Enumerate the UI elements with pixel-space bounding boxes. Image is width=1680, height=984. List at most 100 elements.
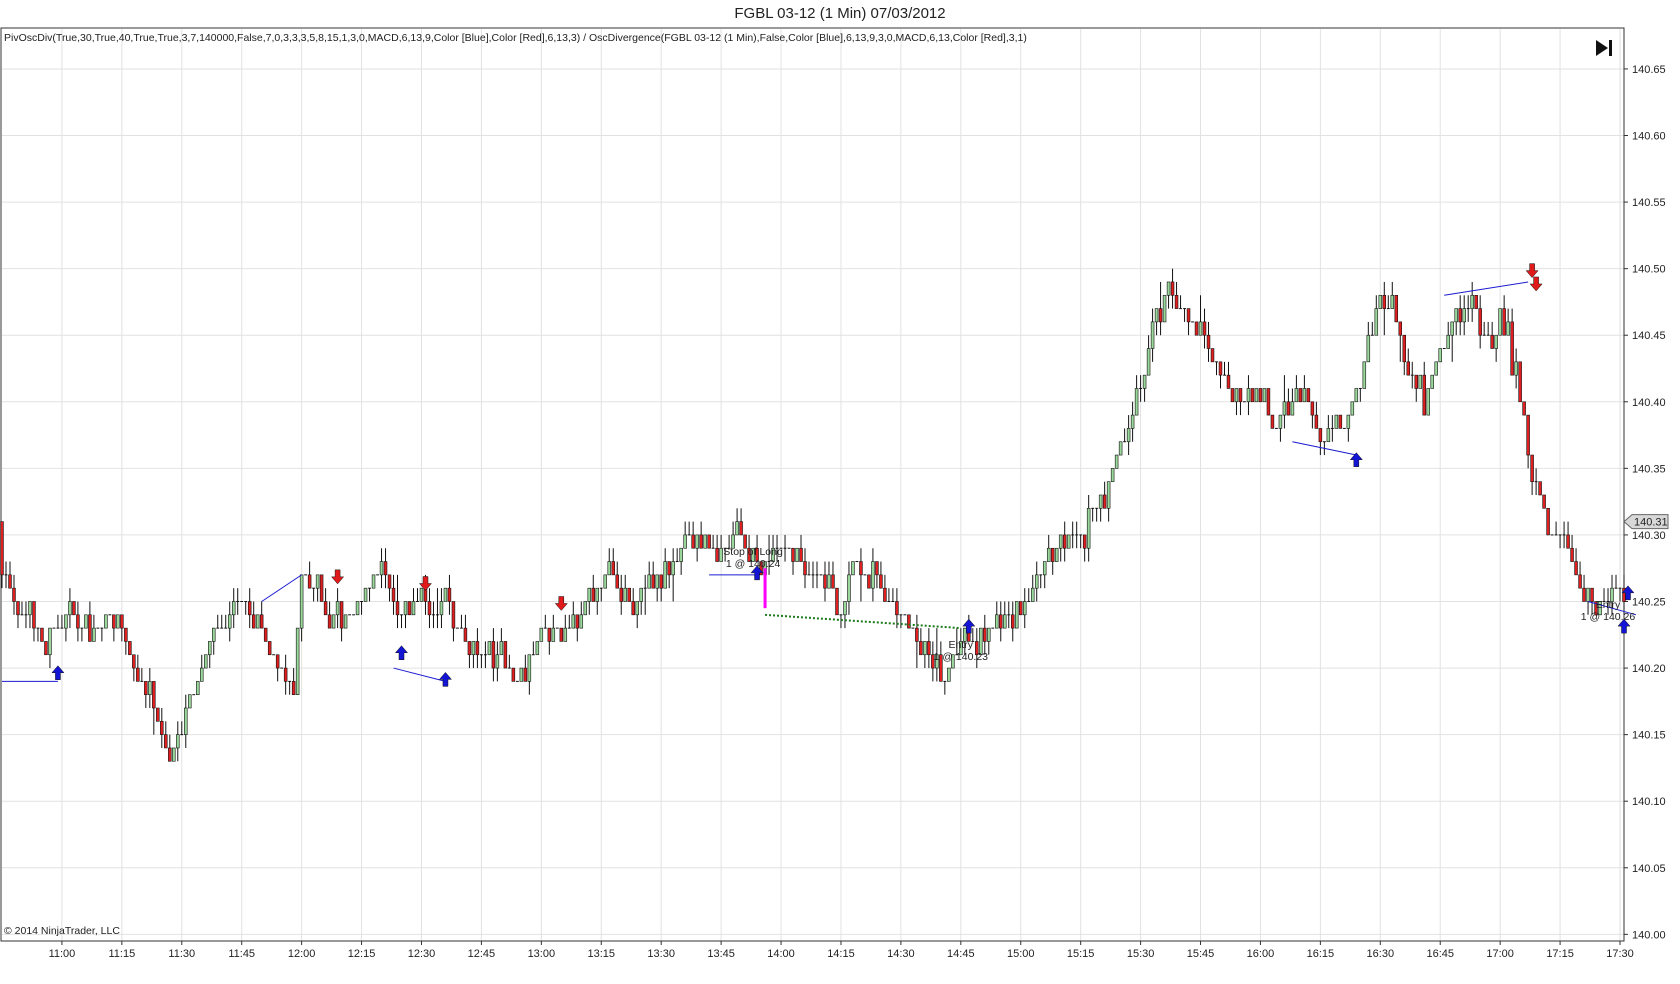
candle-body <box>595 587 600 602</box>
candle-body <box>64 614 68 629</box>
x-tick-label: 14:30 <box>887 948 915 960</box>
x-tick-label: 13:30 <box>647 948 675 960</box>
candle-body <box>659 574 663 589</box>
x-tick-label: 11:45 <box>228 948 255 960</box>
candle-body <box>559 627 564 642</box>
candle-body <box>1058 534 1063 549</box>
candle-body <box>1202 321 1207 336</box>
candle-body <box>627 587 631 602</box>
candle-body <box>1294 388 1299 403</box>
candle-body <box>1210 348 1215 363</box>
price-chart[interactable]: 11:00 11:15 11:30 11:45 12:00 12:15 12:30 12:45… <box>0 0 1680 984</box>
divergence-lines <box>2 281 1637 682</box>
candle-body <box>1566 534 1570 549</box>
candle-body <box>411 601 416 616</box>
candle-body <box>188 694 192 709</box>
candle-body <box>1066 534 1071 549</box>
candle-body <box>671 561 675 576</box>
candle-body <box>371 574 376 589</box>
candle-body <box>16 601 20 616</box>
candle-body <box>307 574 312 589</box>
candle-body <box>1054 547 1059 562</box>
candle-body <box>32 601 36 629</box>
candle-body <box>319 574 324 602</box>
candle-body <box>1514 361 1518 376</box>
candle-body <box>427 601 432 616</box>
candle-body <box>48 627 52 656</box>
candle-body <box>475 641 480 656</box>
candle-body <box>1218 361 1223 376</box>
candle-body <box>527 654 532 682</box>
y-tick-label: 140.15 <box>1632 730 1666 742</box>
candle-body <box>1446 334 1450 349</box>
candle-body <box>699 534 703 549</box>
candle-body <box>1418 374 1422 389</box>
candle-body <box>535 641 540 656</box>
candle-body <box>387 574 392 589</box>
candle-body <box>299 574 304 629</box>
candle-body <box>152 681 156 709</box>
buy-arrow-icon <box>394 645 409 661</box>
candle-body <box>88 614 92 642</box>
candle-body <box>927 641 931 656</box>
candle-body <box>184 707 188 735</box>
candle-body <box>128 641 132 656</box>
candle-body <box>291 681 296 695</box>
candle-body <box>339 601 344 629</box>
candle-body <box>1270 414 1275 429</box>
candle-body <box>112 614 116 629</box>
candle-body <box>1538 481 1542 496</box>
candle-body <box>323 601 328 616</box>
candle-body <box>695 534 699 549</box>
x-axis: 11:00 11:15 11:30 11:45 12:00 12:15 12:30 12:45… <box>49 941 1634 960</box>
candle-body <box>363 587 368 602</box>
indicator-label: PivOscDiv(True,30,True,40,True,True,3,7,… <box>4 32 1027 44</box>
candle-body <box>1518 361 1522 403</box>
candle-body <box>1502 308 1506 336</box>
candle-body <box>791 547 795 562</box>
candle-body <box>1314 414 1319 429</box>
candle-body <box>136 667 140 682</box>
candle-body <box>1530 454 1534 482</box>
candle-body <box>176 734 180 749</box>
y-tick-label: 140.05 <box>1632 863 1666 875</box>
candle-body <box>144 681 148 695</box>
candle-body <box>647 574 651 589</box>
trade-annotation-label: Entry <box>949 639 974 651</box>
candle-body <box>1098 494 1103 509</box>
candle-body <box>1142 374 1147 389</box>
candle-body <box>851 561 855 576</box>
last-price-marker: 140.31 <box>1623 514 1669 530</box>
candle-body <box>1510 321 1514 376</box>
candle-body <box>1170 281 1175 296</box>
candle-body <box>68 601 72 616</box>
candle-body <box>1462 308 1466 323</box>
candle-body <box>467 641 472 656</box>
candle-body <box>335 601 340 616</box>
y-tick-label: 140.35 <box>1632 463 1666 475</box>
candle-body <box>1334 414 1339 429</box>
candle-body <box>1158 308 1163 323</box>
candle-body <box>148 681 152 695</box>
candle-body <box>1366 334 1371 363</box>
candle-body <box>735 521 739 536</box>
candle-body <box>1086 507 1091 549</box>
candle-body <box>491 641 496 669</box>
x-tick-label: 16:00 <box>1247 948 1275 960</box>
candle-body <box>799 547 803 562</box>
x-tick-label: 13:45 <box>707 948 735 960</box>
candle-body <box>1250 388 1255 403</box>
candle-body <box>683 534 687 549</box>
candle-body <box>1470 294 1474 309</box>
candle-body <box>823 574 827 589</box>
autoscroll-button[interactable] <box>1592 36 1618 60</box>
candle-body <box>295 627 300 695</box>
candle-body <box>1506 321 1510 336</box>
candle-body <box>603 574 607 589</box>
candle-body <box>1226 374 1231 389</box>
candle-body <box>1198 321 1203 336</box>
x-tick-label: 11:15 <box>108 948 135 960</box>
candle-body <box>1570 547 1574 562</box>
candle-body <box>8 574 12 589</box>
y-tick-label: 140.20 <box>1632 663 1666 675</box>
